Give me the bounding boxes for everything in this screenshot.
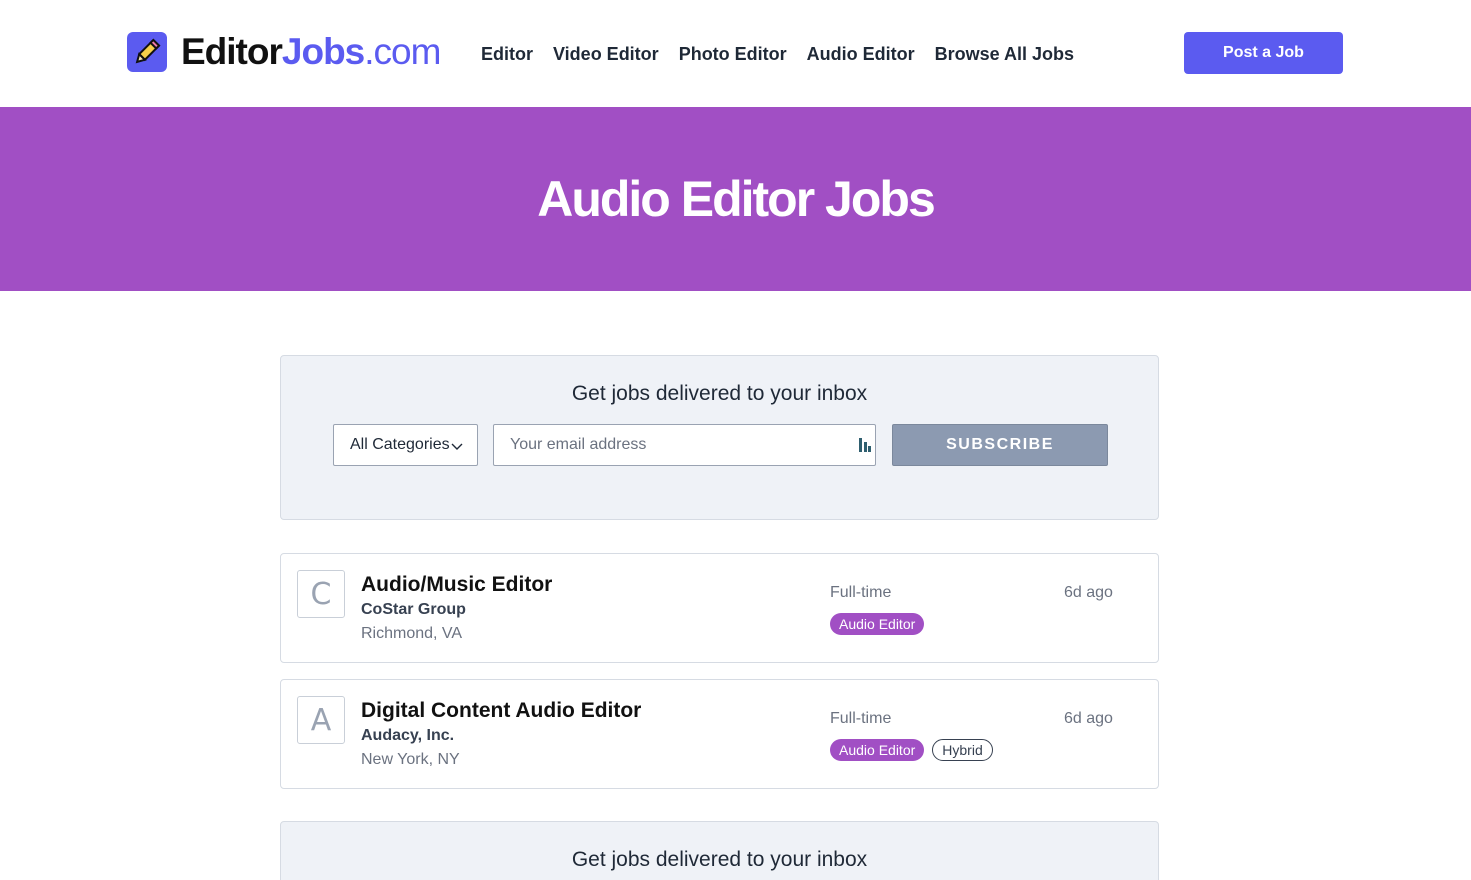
nav-item-browse-all-jobs[interactable]: Browse All Jobs xyxy=(935,42,1074,66)
site-logo[interactable]: EditorJobs.com xyxy=(127,31,441,72)
job-card[interactable]: A Digital Content Audio Editor Audacy, I… xyxy=(280,679,1159,789)
job-title[interactable]: Audio/Music Editor xyxy=(361,573,552,597)
tag-audio-editor[interactable]: Audio Editor xyxy=(830,739,925,761)
subscribe-title: Get jobs delivered to your inbox xyxy=(571,382,868,405)
company-logo: A xyxy=(297,696,345,744)
job-posted-age: 6d ago xyxy=(1064,584,1113,601)
nav-item-audio-editor[interactable]: Audio Editor xyxy=(807,42,915,66)
job-location: New York, NY xyxy=(361,751,460,768)
subscribe-box-bottom: Get jobs delivered to your inbox xyxy=(280,821,1159,880)
page-title: Audio Editor Jobs xyxy=(537,171,936,227)
job-title[interactable]: Digital Content Audio Editor xyxy=(361,699,641,723)
subscribe-button[interactable]: SUBSCRIBE xyxy=(892,424,1108,466)
job-type: Full-time xyxy=(830,710,892,727)
pencil-icon xyxy=(127,32,167,72)
job-company: Audacy, Inc. xyxy=(361,727,455,744)
job-company: CoStar Group xyxy=(361,601,466,618)
job-tags: Audio Editor xyxy=(830,613,925,635)
nav-item-photo-editor[interactable]: Photo Editor xyxy=(679,42,787,66)
logo-word-com: .com xyxy=(364,31,441,72)
chevron-down-icon xyxy=(451,439,463,457)
nav-item-editor[interactable]: Editor xyxy=(481,42,533,66)
tag-hybrid[interactable]: Hybrid xyxy=(932,739,993,761)
category-select-value: All Categories xyxy=(350,436,450,453)
job-card[interactable]: C Audio/Music Editor CoStar Group Richmo… xyxy=(280,553,1159,663)
logo-word-jobs: Jobs xyxy=(281,31,365,72)
site-header: EditorJobs.com Editor Video Editor Photo… xyxy=(0,0,1471,107)
post-a-job-button[interactable]: Post a Job xyxy=(1184,32,1343,74)
subscribe-box: Get jobs delivered to your inbox All Cat… xyxy=(280,355,1159,520)
job-type: Full-time xyxy=(830,584,892,601)
job-location: Richmond, VA xyxy=(361,625,463,642)
company-logo: C xyxy=(297,570,345,618)
main-nav: Editor Video Editor Photo Editor Audio E… xyxy=(481,42,1074,66)
logo-word-editor: Editor xyxy=(181,31,283,72)
tag-audio-editor[interactable]: Audio Editor xyxy=(830,613,925,635)
job-tags: Audio Editor Hybrid xyxy=(830,739,993,761)
job-posted-age: 6d ago xyxy=(1064,710,1113,727)
email-input[interactable] xyxy=(493,424,876,466)
password-manager-icon[interactable] xyxy=(859,437,871,458)
nav-item-video-editor[interactable]: Video Editor xyxy=(553,42,659,66)
logo-wordmark: EditorJobs.com xyxy=(181,31,441,72)
subscribe-title-bottom: Get jobs delivered to your inbox xyxy=(571,848,868,871)
hero-banner: Audio Editor Jobs xyxy=(0,107,1471,291)
category-select[interactable]: All Categories xyxy=(333,424,478,466)
